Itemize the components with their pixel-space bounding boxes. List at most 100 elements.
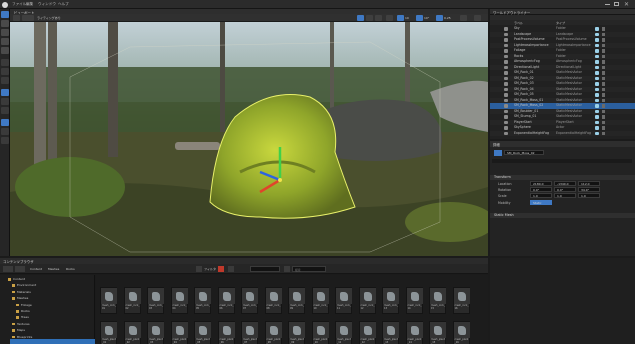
eye-icon[interactable] (595, 49, 599, 53)
level-viewport[interactable] (10, 22, 488, 256)
scale-snap-value[interactable]: 0.25 (444, 16, 451, 20)
lock-icon[interactable] (602, 126, 605, 130)
rotation-x[interactable]: 0.0° (530, 187, 552, 192)
asset-tile[interactable]: mesh_plant_16 (452, 321, 470, 344)
asset-tile[interactable]: mesh_plant_05 (194, 321, 211, 344)
lock-icon[interactable] (602, 131, 605, 135)
viewport-options-icon[interactable] (13, 15, 20, 21)
eye-icon[interactable] (595, 93, 599, 97)
actor-name-field[interactable]: SM_Rock_Moss_02 (504, 150, 544, 155)
eye-icon[interactable] (595, 76, 599, 80)
breadcrumb-2[interactable]: Meshes (48, 267, 59, 271)
eye-icon[interactable] (595, 82, 599, 86)
folder-tree-item[interactable]: Maps (12, 328, 92, 333)
asset-tile[interactable]: mesh_rock_12 (358, 287, 376, 314)
static-mesh-section[interactable]: Static Mesh (490, 213, 635, 218)
foliage-mode-icon[interactable] (1, 29, 9, 36)
scale-x[interactable]: 1.0 (530, 193, 552, 198)
asset-tile[interactable]: mesh_rock_05 (194, 287, 211, 314)
maximize-icon[interactable] (614, 2, 619, 6)
folder-tree-item[interactable]: Meshes (12, 296, 92, 301)
eye-icon[interactable] (595, 27, 599, 31)
scale-z[interactable]: 1.0 (578, 193, 600, 198)
transform-section[interactable]: Transform (490, 175, 635, 180)
world-local-icon[interactable] (386, 15, 393, 21)
eye-icon[interactable] (595, 65, 599, 69)
breadcrumb-3[interactable]: Rocks (66, 267, 75, 271)
lock-icon[interactable] (602, 82, 605, 86)
folder-tree-item[interactable]: Foliage (16, 303, 96, 308)
lock-icon[interactable] (602, 32, 605, 36)
lock-icon[interactable] (602, 71, 605, 75)
mobility-static-button[interactable]: Static (530, 200, 552, 205)
lock-icon[interactable] (602, 104, 605, 108)
record-icon[interactable] (218, 266, 224, 272)
asset-tile[interactable]: mesh_plant_06 (217, 321, 235, 344)
location-y[interactable]: -1340.0 (554, 181, 576, 186)
eye-icon[interactable] (595, 54, 599, 58)
asset-tile[interactable]: mesh_plant_13 (382, 321, 399, 344)
lock-icon[interactable] (602, 109, 605, 113)
close-icon[interactable]: ✕ (624, 1, 629, 8)
rotation-snap-icon[interactable] (416, 15, 423, 21)
asset-tile[interactable]: mesh_plant_12 (358, 321, 376, 344)
perspective-button[interactable] (22, 15, 34, 21)
select-mode-icon[interactable] (1, 11, 9, 18)
asset-tile[interactable]: mesh_rock_14 (405, 287, 423, 314)
breadcrumb-1[interactable]: Content (30, 267, 42, 271)
menu-item-window[interactable]: ウィンドウ (38, 2, 56, 7)
menu-item-edit[interactable]: 編集 (26, 2, 33, 7)
eye-icon[interactable] (595, 115, 599, 119)
view-mode-dropdown[interactable]: ライティングあり (37, 16, 61, 20)
location-x[interactable]: 2180.0 (530, 181, 552, 186)
rotation-snap-value[interactable]: 10° (424, 16, 429, 20)
asset-tile[interactable]: mesh_rock_10 (311, 287, 329, 314)
eye-icon[interactable] (595, 60, 599, 64)
asset-tile[interactable]: mesh_rock_03 (147, 287, 164, 314)
eye-icon[interactable] (595, 131, 599, 135)
minimize-icon[interactable] (605, 4, 610, 5)
lock-icon[interactable] (602, 49, 605, 53)
grid-snap-value[interactable]: 10 (405, 16, 409, 20)
settings-icon[interactable] (1, 137, 9, 144)
rotation-y[interactable]: 0.0° (554, 187, 576, 192)
asset-tile[interactable]: mesh_plant_11 (335, 321, 352, 344)
asset-tile[interactable]: mesh_plant_03 (147, 321, 164, 344)
location-z[interactable]: 112.0 (578, 181, 600, 186)
filter-label[interactable]: フィルタ (204, 267, 216, 271)
lock-icon[interactable] (602, 43, 605, 47)
asset-tile[interactable]: mesh_rock_16 (452, 287, 470, 314)
gizmo-center[interactable] (278, 178, 282, 182)
add-new-button[interactable] (3, 266, 13, 272)
asset-tile[interactable]: mesh_plant_08 (264, 321, 282, 344)
lock-icon[interactable] (602, 60, 605, 64)
lock-icon[interactable] (602, 93, 605, 97)
settings-icon[interactable] (228, 266, 234, 272)
eye-icon[interactable] (595, 120, 599, 124)
eye-icon[interactable] (595, 109, 599, 113)
translate-tool-icon[interactable] (357, 15, 364, 21)
eye-icon[interactable] (595, 87, 599, 91)
asset-tile[interactable]: mesh_rock_02 (123, 287, 141, 314)
lock-icon[interactable] (602, 76, 605, 80)
folder-tree-item[interactable]: Content (8, 277, 88, 282)
camera-icon[interactable] (1, 98, 9, 105)
folder-tree-item[interactable]: Materials (12, 290, 92, 295)
eye-icon[interactable] (595, 32, 599, 36)
camera-speed-icon[interactable] (460, 15, 467, 21)
details-title[interactable]: 詳細 (493, 142, 500, 147)
eye-icon[interactable] (595, 43, 599, 47)
eye-icon[interactable] (595, 38, 599, 42)
search-input[interactable]: 検索 (292, 266, 326, 272)
scale-tool-icon[interactable] (375, 15, 382, 21)
scale-y[interactable]: 1.0 (554, 193, 576, 198)
asset-tile[interactable]: mesh_rock_15 (429, 287, 446, 314)
lock-icon[interactable] (602, 115, 605, 119)
outliner-title[interactable]: ワールドアウトライナー (493, 10, 530, 15)
asset-tile[interactable]: mesh_rock_11 (335, 287, 352, 314)
lock-icon[interactable] (602, 120, 605, 124)
volume-actor-icon[interactable] (1, 77, 9, 84)
rotate-tool-icon[interactable] (366, 15, 373, 21)
filter-icon[interactable] (196, 266, 202, 272)
asset-tile[interactable]: mesh_rock_08 (264, 287, 282, 314)
